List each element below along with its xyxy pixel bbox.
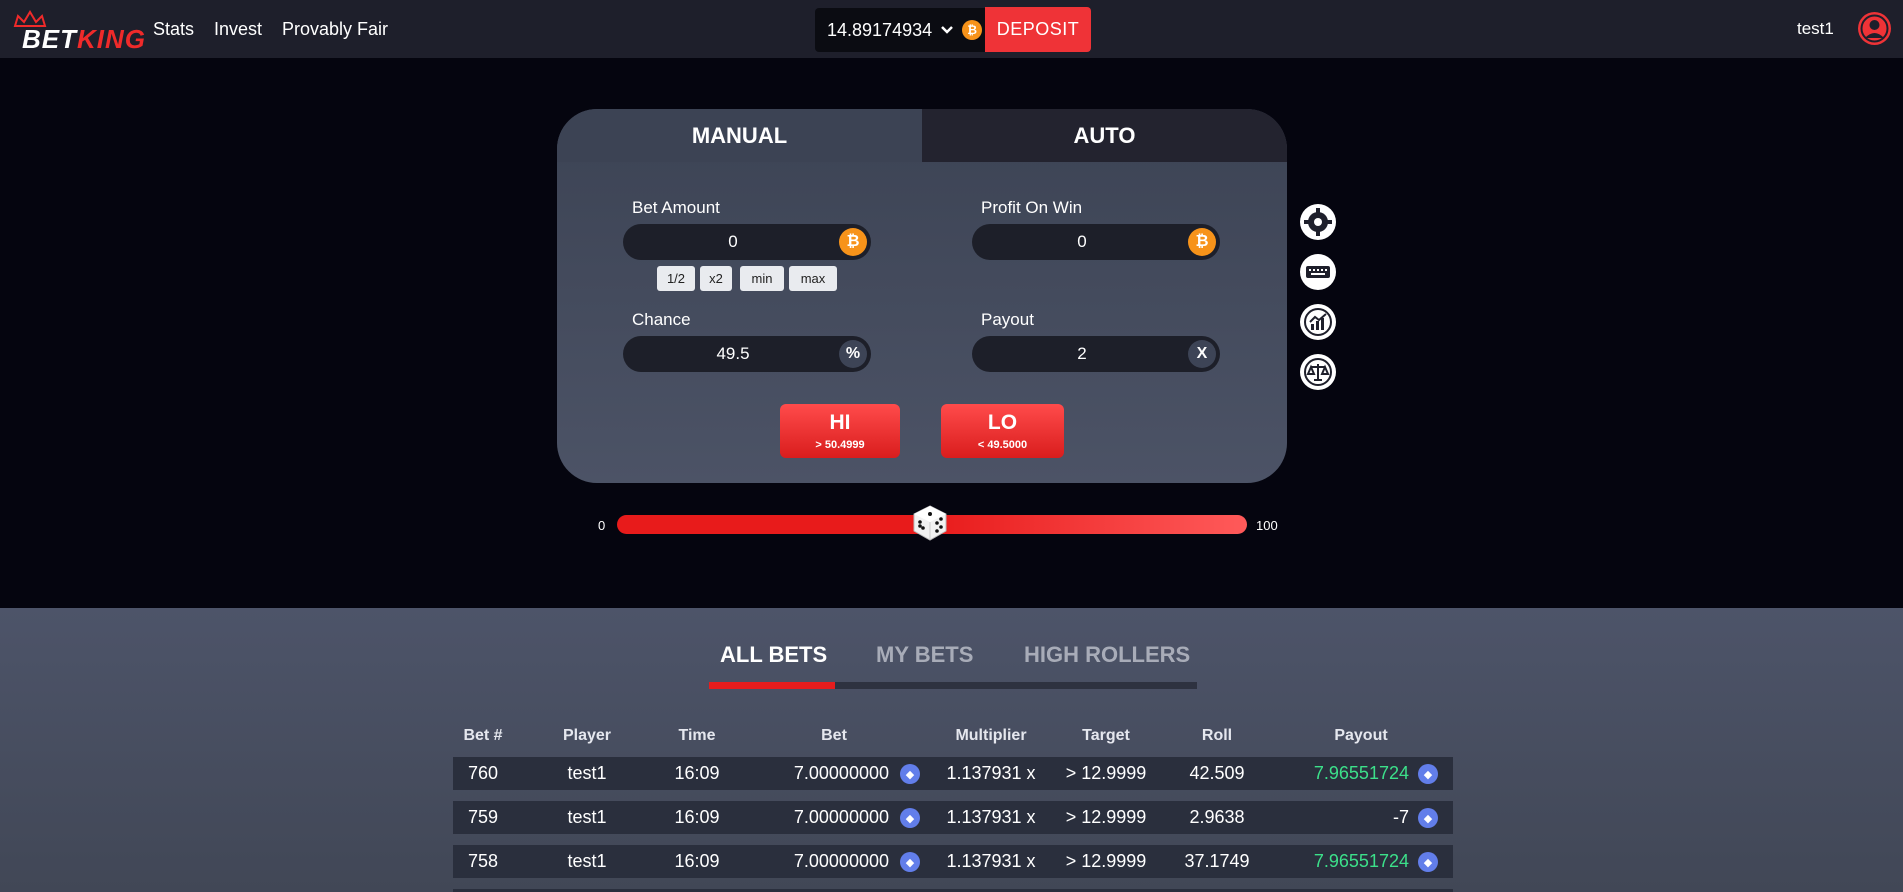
column-header: Payout [1334, 727, 1388, 744]
ethereum-icon: ◆ [1418, 852, 1438, 872]
bet-time: 16:09 [674, 807, 720, 827]
ethereum-icon: ◆ [1418, 808, 1438, 828]
dice-handle-icon[interactable] [911, 504, 949, 542]
multiplier-icon: X [1188, 340, 1216, 368]
tab-my-bets[interactable]: MY BETS [876, 642, 973, 668]
bitcoin-icon: ₿ [1188, 228, 1216, 256]
keyboard-icon[interactable] [1300, 254, 1336, 290]
payout-input[interactable]: 2 X [972, 336, 1220, 372]
column-header: Bet [821, 727, 847, 744]
target: > 12.9999 [1065, 763, 1147, 783]
slider-max-label: 100 [1256, 518, 1278, 533]
column-header: Time [678, 727, 716, 744]
bet-id: 758 [467, 851, 499, 871]
mode-tabs: MANUAL AUTO [557, 109, 1287, 162]
nav-invest[interactable]: Invest [214, 0, 262, 58]
multiplier: 1.137931 x [946, 851, 1036, 871]
ethereum-icon: ◆ [1418, 764, 1438, 784]
active-tab-indicator [709, 682, 835, 689]
tab-manual[interactable]: MANUAL [557, 109, 922, 162]
bet-amount-input[interactable]: 0 ₿ [623, 224, 871, 260]
multiplier: 1.137931 x [946, 807, 1036, 827]
table-row[interactable]: 758 test1 16:09 7.00000000 ◆ 1.137931 x … [453, 845, 1453, 878]
max-bet-button[interactable]: max [789, 266, 837, 291]
bet-amount: 7.00000000 [793, 763, 889, 783]
payout: -7 [1392, 807, 1409, 827]
column-header: Bet # [463, 727, 503, 744]
nav-stats[interactable]: Stats [153, 0, 194, 58]
bitcoin-icon: ₿ [962, 20, 983, 40]
table-row[interactable]: 759 test1 16:09 7.00000000 ◆ 1.137931 x … [453, 801, 1453, 834]
target: > 12.9999 [1065, 851, 1147, 871]
column-header: Target [1082, 727, 1130, 744]
profit-on-win-input[interactable]: 0 ₿ [972, 224, 1220, 260]
roll: 37.1749 [1184, 851, 1250, 871]
bet-hi-button[interactable]: HI > 50.4999 [780, 404, 900, 458]
player-name[interactable]: test1 [547, 845, 627, 878]
chance-input[interactable]: 49.5 % [623, 336, 871, 372]
target: > 12.9999 [1065, 807, 1147, 827]
top-bar: BETKING Stats Invest Provably Fair 14.89… [0, 0, 1903, 58]
deposit-button[interactable]: DEPOSIT [985, 7, 1091, 52]
username[interactable]: test1 [1797, 19, 1834, 39]
half-bet-button[interactable]: 1/2 [657, 266, 695, 291]
betking-logo[interactable]: BETKING [13, 10, 145, 54]
bet-lo-button[interactable]: LO < 49.5000 [941, 404, 1064, 458]
balance-value: 14.89174934 [827, 19, 933, 40]
tab-high-rollers[interactable]: HIGH ROLLERS [1024, 642, 1190, 668]
tab-auto[interactable]: AUTO [922, 109, 1287, 162]
profit-on-win-label: Profit On Win [981, 198, 1083, 217]
chance-label: Chance [632, 310, 691, 329]
bets-tab-underline [709, 682, 1197, 689]
multiplier: 1.137931 x [946, 763, 1036, 783]
dice-game-panel: MANUAL AUTO [557, 109, 1287, 483]
ethereum-icon: ◆ [900, 764, 920, 784]
slider-min-label: 0 [598, 518, 606, 533]
payout: 7.96551724 [1313, 851, 1409, 871]
chart-icon[interactable] [1300, 304, 1336, 340]
column-header: Multiplier [955, 727, 1027, 744]
balance-scale-icon[interactable] [1300, 354, 1336, 390]
bet-id: 759 [467, 807, 499, 827]
ethereum-icon: ◆ [900, 808, 920, 828]
column-header: Player [562, 727, 612, 744]
roll: 2.9638 [1189, 807, 1245, 827]
column-header: Roll [1201, 727, 1233, 744]
chevron-down-icon [940, 22, 954, 38]
bet-amount: 7.00000000 [793, 851, 889, 871]
player-name[interactable]: test1 [547, 801, 627, 834]
bet-amount: 7.00000000 [793, 807, 889, 827]
payout-label: Payout [981, 310, 1034, 329]
bet-time: 16:09 [674, 763, 720, 783]
bet-id: 760 [467, 763, 499, 783]
nav-provably-fair[interactable]: Provably Fair [282, 0, 388, 58]
bet-amount-label: Bet Amount [632, 198, 720, 217]
double-bet-button[interactable]: x2 [700, 266, 732, 291]
bitcoin-icon: ₿ [839, 228, 867, 256]
bet-time: 16:09 [674, 851, 720, 871]
user-avatar-icon[interactable] [1858, 12, 1891, 45]
min-bet-button[interactable]: min [740, 266, 784, 291]
percent-icon: % [839, 340, 867, 368]
tab-all-bets[interactable]: ALL BETS [720, 642, 827, 668]
gear-icon[interactable] [1300, 204, 1336, 240]
ethereum-icon: ◆ [900, 852, 920, 872]
logo-wordmark: BETKING [22, 24, 146, 54]
player-name[interactable]: test1 [547, 757, 627, 790]
payout: 7.96551724 [1313, 763, 1409, 783]
table-row[interactable]: 760 test1 16:09 7.00000000 ◆ 1.137931 x … [453, 757, 1453, 790]
balance-selector[interactable]: 14.89174934 ₿ [815, 8, 985, 52]
roll: 42.509 [1189, 763, 1245, 783]
